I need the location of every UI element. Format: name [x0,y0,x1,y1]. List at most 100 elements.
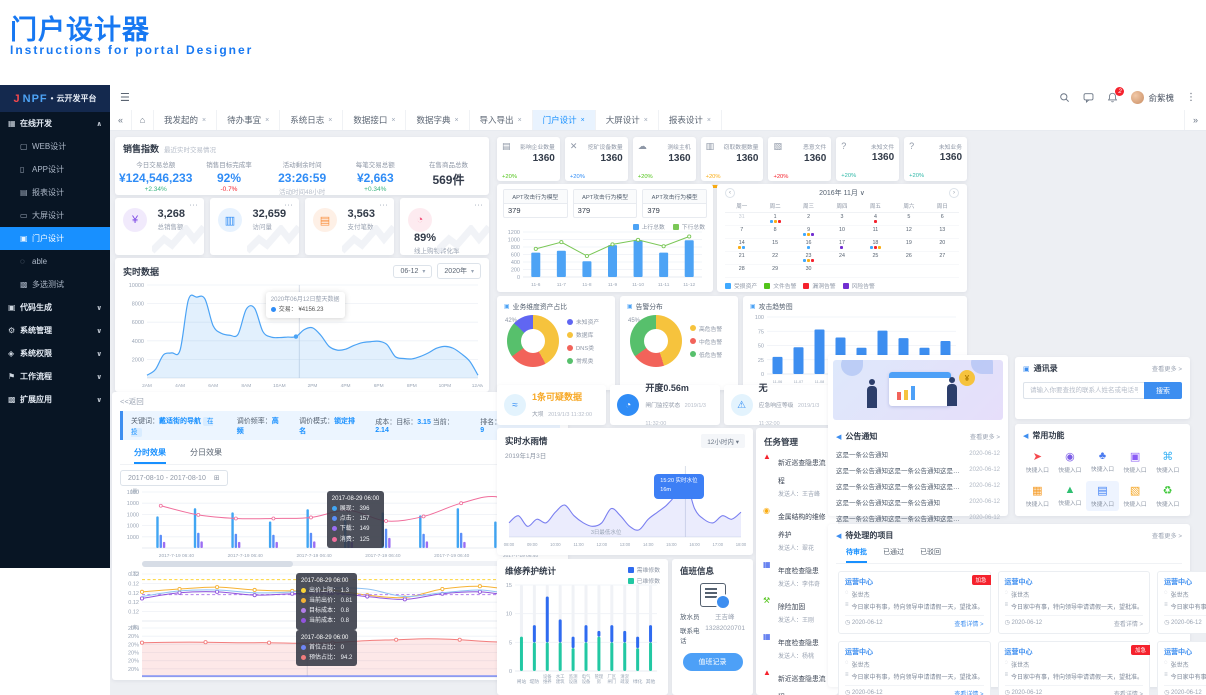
duty-log-button[interactable]: 值班记录 [682,653,743,671]
tab[interactable]: 待办事宜 × [217,110,281,130]
project-card[interactable]: 运营中心 ◌张世杰 ≡今日家中有事，特向领导申请请假一天，望批准。 ◷ 2020… [1157,571,1206,634]
tab-close-icon[interactable]: × [518,117,522,124]
tab-close-icon[interactable]: × [328,117,332,124]
task-item[interactable]: ▦ 年度检查隐患 发送人：杨桃 [756,628,838,664]
task-title: 金属结构的维修养护 [778,514,826,539]
project-card[interactable]: 运营中心 ◌张世杰 ≡今日家中有事，特向领导申请请假一天，望批准。 ◷ 2020… [997,571,1151,634]
sidebar-item[interactable]: ▭ 大屏设计 [0,204,110,227]
task-item[interactable]: ▲ 新近巡查隐患流程发送人：王吉峰 [756,448,838,502]
date-select[interactable]: 06-12 [393,264,433,278]
tab-close-icon[interactable]: × [202,117,206,124]
chart-scrollbar[interactable] [142,561,540,567]
notice-item[interactable]: 这是一条公告通知 2020-06-12 [828,446,1008,462]
detail-link[interactable]: 查看详情 > [954,689,983,695]
year-select[interactable]: 2020年 [437,263,481,279]
quick-entry[interactable]: ▦ 快捷入口 [1021,481,1054,511]
notice-item[interactable]: 这是一条公告通知这是一条公告通知这是一条公告通知... 2020-06-12 [828,478,1008,494]
project-tab[interactable]: 待审批 [846,547,867,563]
quick-entry[interactable]: ➤ 快捷入口 [1021,447,1054,477]
sidebar-item[interactable]: ▦ 在线开发 ∧ [0,112,110,135]
tab[interactable]: 大屏设计 × [596,110,659,130]
more-link[interactable]: 查看更多 > [970,432,1000,441]
sidebar-item[interactable]: ⚑ 工作流程 ∨ [0,365,110,388]
tab[interactable]: 数据字典 × [406,110,470,130]
quick-entry[interactable]: ⌘ 快捷入口 [1151,447,1184,477]
tab[interactable]: 报表设计 × [659,110,722,130]
more-link[interactable]: 查看更多 > [1152,531,1182,540]
tab-close-icon[interactable]: × [644,117,648,124]
sidebar-item[interactable]: ▣ 门户设计 [0,227,110,250]
tab[interactable]: 数据接口 × [343,110,407,130]
detail-link[interactable]: 查看详情 > [1114,689,1143,695]
more-icon[interactable]: ⋯ [474,200,483,211]
notice-item[interactable]: 这是一条公告通知这是一条公告通知这是一条公告通知... 2020-06-12 [828,462,1008,478]
calendar-month-select[interactable]: 2016年 11月 ∨ [735,188,949,198]
project-card[interactable]: 运营中心 ◌张世杰 ≡今日家中有事，特向领导申请请假一天，望批准。 ◷ 2020… [838,641,991,695]
quick-entry[interactable]: ▣ 快捷入口 [1119,447,1152,477]
avatar[interactable] [1131,91,1145,104]
quick-entry[interactable]: ▧ 快捷入口 [1119,481,1152,511]
sidebar-item[interactable]: ▣ 代码生成 ∨ [0,296,110,319]
project-tab[interactable]: 已通过 [883,547,904,563]
project-card[interactable]: 运营中心 加急 ◌张世杰 ≡今日家中有事，特向领导申请请假一天，望批准。 ◷ 2… [1157,641,1206,695]
tabs-expand-icon[interactable]: » [1184,110,1206,130]
contact-search-input[interactable] [1023,382,1144,399]
stat-label: 未知文件 [870,144,895,151]
detail-link[interactable]: 查看详情 > [1114,619,1143,628]
svg-text:10000: 10000 [129,283,144,289]
panel-title: 实时数据 [123,266,160,277]
notice-item[interactable]: 这是一条公告通知这是一条公告通知 2020-06-12 [828,494,1008,510]
home-icon[interactable]: ⌂ [132,110,154,130]
tab-close-icon[interactable]: × [391,117,395,124]
date-range-picker[interactable]: 2017-08-10 - 2017-08-10 ⊞ [120,470,228,486]
tab-close-icon[interactable]: × [265,117,269,124]
tab[interactable]: 系统日志 × [280,110,344,130]
project-tab[interactable]: 已驳回 [920,547,941,563]
sidebar-item[interactable]: ▯ APP设计 [0,158,110,181]
tab-daily-effect[interactable]: 分日效果 [190,447,222,464]
quick-entry[interactable]: ♣ 快捷入口 [1086,447,1119,477]
tabs-collapse-icon[interactable]: « [110,110,132,130]
quick-entry[interactable]: ◉ 快捷入口 [1054,447,1087,477]
more-icon[interactable]: ⋯ [284,200,293,211]
task-item[interactable]: ◉ 金属结构的维修养护 发送人：翠花 [756,502,838,556]
calendar-prev-icon[interactable]: ‹ [725,188,735,198]
sidebar-item[interactable]: ▩ 扩展应用 ∨ [0,388,110,411]
task-item[interactable]: ⚒ 除险加固 发送人：王刚 [756,592,838,628]
calendar-next-icon[interactable]: › [949,188,959,198]
search-icon[interactable] [1059,92,1070,103]
sidebar-item[interactable]: ⚙ 系统管理 ∨ [0,319,110,342]
tab-close-icon[interactable]: × [707,117,711,124]
more-icon[interactable]: ⋯ [189,200,198,211]
project-card[interactable]: 运营中心 加急 ◌张世杰 ≡今日家中有事，特向领导申请请假一天，望批准。 ◷ 2… [838,571,991,634]
more-menu-icon[interactable]: ⋮ [1186,92,1196,103]
quick-entry[interactable]: ♻ 快捷入口 [1151,481,1184,511]
calendar-grid[interactable]: 周一 周二 周三 周四 周五 周六 周日 31 1 2 3 4 5 6 7 8 9 10 11 12 13 14 15 16 1… [717,200,967,278]
tab-close-icon[interactable]: × [454,117,458,124]
task-item[interactable]: ▲ 新近巡查隐患流程发送人：王吉峰 [756,664,838,695]
user-name[interactable]: 俞紫槐 [1148,92,1174,104]
sidebar-item[interactable]: ▤ 报表设计 [0,181,110,204]
task-item[interactable]: ▦ 年度检查隐患 发送人：李伟奇 [756,556,838,592]
tab[interactable]: 我发起的 × [154,110,218,130]
bell-icon[interactable]: 2 [1107,87,1125,103]
tab[interactable]: 门户设计 × [532,110,596,130]
message-icon[interactable] [1083,92,1094,103]
more-icon[interactable]: ⋯ [379,200,388,211]
more-link[interactable]: 查看更多 > [1152,364,1182,373]
sidebar-item[interactable]: ▩ 多选测试 [0,273,110,296]
tab[interactable]: 导入导出 × [470,110,533,130]
quick-entry[interactable]: ▲ 快捷入口 [1054,481,1087,511]
sidebar-item[interactable]: ◌ able [0,250,110,273]
sidebar-item[interactable]: ◈ 系统权限 ∨ [0,342,110,365]
tab-close-icon[interactable]: × [581,117,585,124]
project-card[interactable]: 运营中心 加急 ◌张世杰 ≡今日家中有事，特向领导申请请假一天，望批准。 ◷ 2… [997,641,1151,695]
scrollbar-handle[interactable] [142,561,294,567]
hamburger-icon[interactable]: ☰ [120,91,130,104]
tab-hourly-effect[interactable]: 分时效果 [134,447,166,464]
search-button[interactable]: 搜索 [1144,382,1182,399]
quick-entry[interactable]: ▤ 快捷入口 [1086,481,1119,511]
range-select[interactable]: 12小时内 ▾ [701,434,745,448]
detail-link[interactable]: 查看详情 > [954,619,983,628]
sidebar-item[interactable]: ▢ WEB设计 [0,135,110,158]
